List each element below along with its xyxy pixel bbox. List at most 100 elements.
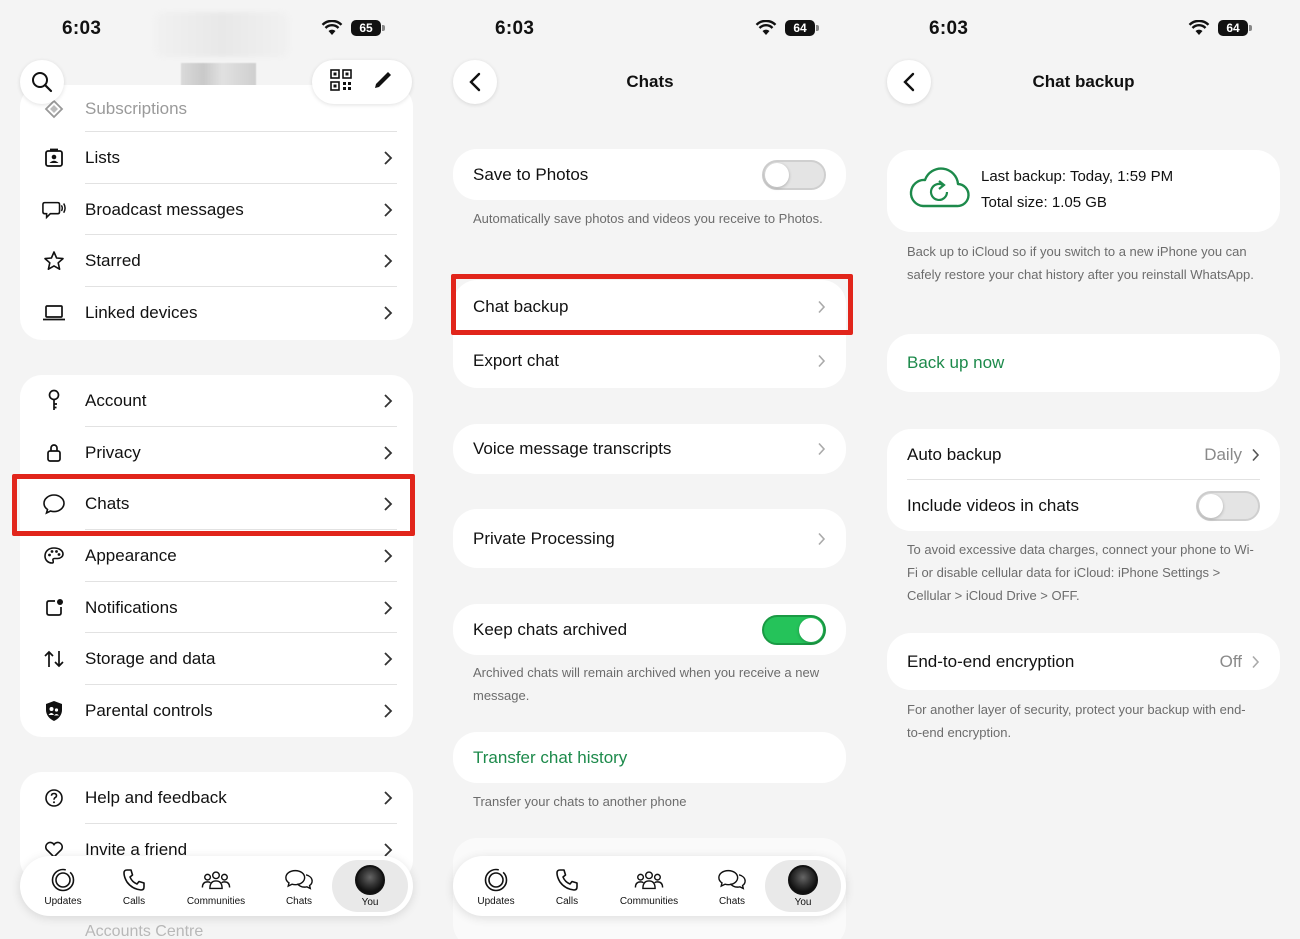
edit-button[interactable]	[372, 69, 394, 96]
chevron-right-icon	[384, 791, 393, 805]
blurred-region	[155, 12, 289, 57]
up-down-arrows-icon	[42, 647, 66, 671]
chevron-right-icon	[384, 254, 393, 268]
include-videos-row: Include videos in chats	[887, 480, 1280, 531]
battery-icon: 65	[351, 20, 385, 36]
save-to-photos-row: Save to Photos	[453, 149, 846, 200]
settings-item-starred[interactable]: Starred	[20, 235, 413, 288]
wifi-icon	[1188, 20, 1210, 35]
tab-communities[interactable]: Communities	[614, 856, 684, 916]
battery-icon: 64	[1218, 20, 1252, 36]
tab-calls[interactable]: Calls	[99, 856, 169, 916]
tab-updates[interactable]: Updates	[28, 856, 98, 916]
search-icon	[32, 72, 53, 93]
chevron-right-icon	[818, 354, 826, 368]
settings-item-help[interactable]: Help and feedback	[20, 772, 413, 824]
back-up-now-card: Back up now	[887, 334, 1280, 392]
communities-icon	[201, 866, 231, 894]
chevron-right-icon	[384, 549, 393, 563]
settings-item-lists[interactable]: Lists	[20, 132, 413, 184]
keep-archived-row: Keep chats archived	[453, 604, 846, 655]
settings-group-1: Subscriptions Lists Broadcast messages S…	[20, 85, 413, 340]
private-processing-card: Private Processing	[453, 509, 846, 568]
auto-backup-row[interactable]: Auto backup Daily	[887, 429, 1280, 480]
settings-item-privacy[interactable]: Privacy	[20, 427, 413, 479]
keep-archived-card: Keep chats archived	[453, 604, 846, 655]
tab-you[interactable]: You	[332, 860, 408, 912]
chat-backup-highlight-box	[451, 274, 853, 335]
save-to-photos-toggle[interactable]	[762, 159, 826, 190]
voice-transcripts-row[interactable]: Voice message transcripts	[453, 424, 846, 474]
chevron-right-icon	[384, 394, 393, 408]
tab-bar: Updates Calls Communities Chats You	[453, 856, 846, 916]
transfer-card: Transfer chat history	[453, 732, 846, 783]
chevron-right-icon	[384, 202, 393, 217]
lock-icon	[42, 441, 66, 465]
accounts-centre-label[interactable]: Accounts Centre	[85, 923, 203, 939]
include-videos-note: To avoid excessive data charges, connect…	[907, 542, 1254, 603]
qr-code-icon	[330, 68, 352, 91]
tab-chats[interactable]: Chats	[697, 856, 767, 916]
include-videos-toggle[interactable]	[1196, 490, 1260, 521]
broadcast-icon	[42, 198, 66, 222]
settings-item-linked-devices[interactable]: Linked devices	[20, 287, 413, 339]
tab-communities[interactable]: Communities	[181, 856, 251, 916]
settings-item-notifications[interactable]: Notifications	[20, 582, 413, 634]
search-button[interactable]	[20, 60, 64, 104]
export-chat-row[interactable]: Export chat	[453, 334, 846, 388]
settings-panel: 6:03 65 Subscriptions Lists Broadcast me…	[0, 0, 433, 939]
e2e-value: Off	[1219, 651, 1242, 671]
e2e-note: For another layer of security, protect y…	[907, 702, 1246, 740]
chevron-right-icon	[818, 442, 826, 456]
battery-icon: 64	[785, 20, 819, 36]
transfer-chat-history-row[interactable]: Transfer chat history	[453, 732, 846, 783]
total-size-text: Total size: 1.05 GB	[981, 194, 1107, 211]
chevron-right-icon	[1252, 655, 1260, 668]
shield-family-icon	[42, 699, 66, 723]
qr-code-button[interactable]	[330, 68, 352, 96]
avatar	[355, 864, 385, 895]
auto-backup-value: Daily	[1204, 444, 1242, 464]
tab-chats[interactable]: Chats	[264, 856, 334, 916]
settings-item-appearance[interactable]: Appearance	[20, 530, 413, 582]
backup-note: Back up to iCloud so if you switch to a …	[907, 244, 1254, 282]
help-icon	[42, 786, 66, 810]
save-to-photos-card: Save to Photos	[453, 149, 846, 200]
page-title: Chat backup	[1032, 72, 1135, 91]
settings-group-2: Account Privacy Chats Appearance Notific…	[20, 375, 413, 737]
top-action-group	[312, 60, 412, 104]
keep-archived-note: Archived chats will remain archived when…	[473, 665, 820, 703]
phone-icon	[552, 866, 582, 894]
wifi-icon	[755, 20, 777, 35]
cloud-sync-icon	[909, 167, 970, 208]
tab-calls[interactable]: Calls	[532, 856, 602, 916]
chevron-right-icon	[384, 842, 393, 857]
chats-settings-panel: 6:03 64 Chats Save to Photos Automatical…	[433, 0, 867, 939]
chats-icon	[284, 866, 314, 894]
auto-backup-card: Auto backup Daily Include videos in chat…	[887, 429, 1280, 531]
e2e-encryption-row[interactable]: End-to-end encryption Off	[887, 633, 1280, 690]
chevron-right-icon	[384, 704, 393, 718]
save-to-photos-note: Automatically save photos and videos you…	[473, 211, 823, 226]
settings-item-storage[interactable]: Storage and data	[20, 633, 413, 686]
tab-you[interactable]: You	[765, 860, 841, 912]
tab-updates[interactable]: Updates	[461, 856, 531, 916]
settings-item-account[interactable]: Account	[20, 375, 413, 427]
chats-highlight-box	[12, 474, 415, 536]
last-backup-text: Last backup: Today, 1:59 PM	[981, 168, 1174, 185]
wifi-icon	[321, 20, 343, 35]
settings-item-parental-controls[interactable]: Parental controls	[20, 685, 413, 737]
private-processing-row[interactable]: Private Processing	[453, 509, 846, 568]
settings-item-broadcast[interactable]: Broadcast messages	[20, 184, 413, 236]
chevron-right-icon	[384, 600, 393, 615]
status-time: 6:03	[495, 18, 535, 39]
star-icon	[42, 249, 66, 273]
keep-archived-toggle[interactable]	[762, 614, 826, 645]
status-time: 6:03	[929, 18, 969, 39]
updates-icon	[48, 866, 78, 894]
palette-icon	[42, 544, 66, 568]
chevron-right-icon	[818, 532, 826, 545]
status-time: 6:03	[62, 18, 102, 39]
transfer-note: Transfer your chats to another phone	[473, 794, 687, 809]
back-up-now-button[interactable]: Back up now	[887, 334, 1280, 392]
